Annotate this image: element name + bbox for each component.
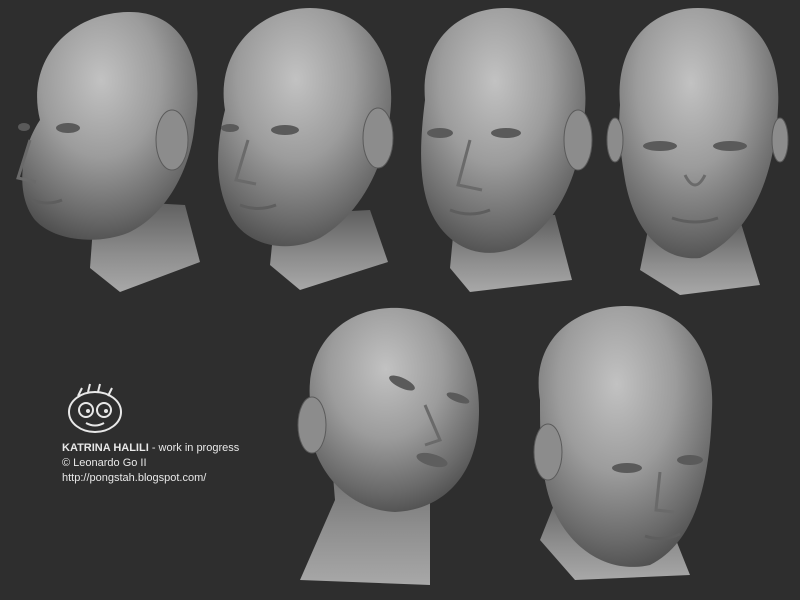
eye [427, 128, 453, 138]
eye [713, 141, 747, 151]
eye [612, 463, 642, 473]
sculpt-render [16, 8, 789, 585]
eye [18, 123, 30, 131]
head-view-4 [606, 8, 789, 295]
head-view-1 [16, 12, 200, 292]
head-view-6 [533, 306, 713, 580]
eye [677, 455, 703, 465]
title-line: KATRINA HALILI - work in progress [62, 441, 239, 456]
eye [271, 125, 299, 135]
copyright: © Leonardo Go II [62, 457, 147, 469]
skull [309, 307, 480, 512]
cartoon-face-icon [68, 383, 122, 433]
ear [563, 109, 593, 171]
artwork-subtitle: - work in progress [148, 442, 240, 454]
eye [643, 141, 677, 151]
ear [362, 107, 394, 169]
eye [491, 128, 521, 138]
head-view-3 [421, 8, 593, 292]
blog-url: http://pongstah.blogspot.com/ [62, 472, 207, 484]
ear [771, 117, 789, 163]
head-view-5 [297, 307, 480, 585]
artwork-title: KATRINA HALILI [62, 442, 149, 454]
skull [538, 306, 713, 567]
ear [155, 109, 189, 171]
eye [56, 123, 80, 133]
ear [533, 423, 563, 481]
credits-caption: KATRINA HALILI - work in progress © Leon… [62, 441, 239, 486]
ear [297, 396, 327, 454]
ear [606, 117, 624, 163]
eye [221, 124, 239, 132]
head-view-2 [218, 8, 394, 290]
